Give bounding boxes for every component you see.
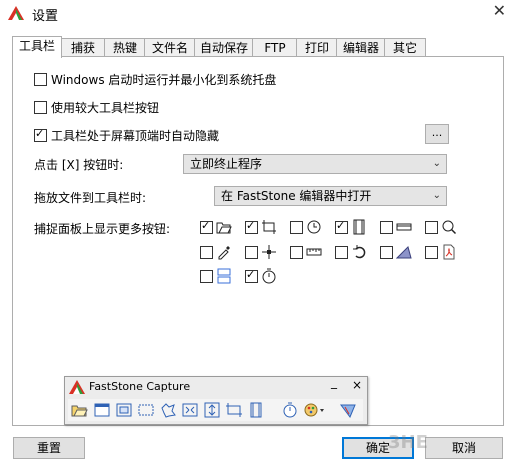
tab-filename[interactable]: 文件名 — [144, 38, 196, 57]
capture-object-icon[interactable] — [115, 402, 133, 418]
faststone-logo-icon — [69, 380, 85, 394]
auto-hide-label: 工具栏处于屏幕顶端时自动隐藏 — [51, 129, 220, 143]
film-icon — [353, 219, 365, 235]
capture-freehand-icon[interactable] — [159, 402, 177, 418]
more-btn-checkbox[interactable] — [290, 221, 303, 234]
tab-ftp[interactable]: FTP — [252, 38, 298, 57]
crop-region-icon — [262, 220, 276, 234]
output-palette-icon[interactable] — [303, 402, 327, 418]
tab-hotkeys[interactable]: 热键 — [104, 38, 146, 57]
drop-action-label: 拖放文件到工具栏时: — [34, 191, 147, 205]
pdf-icon — [443, 244, 455, 260]
more-btn-checkbox[interactable] — [335, 219, 348, 234]
cancel-button[interactable]: 取消 — [425, 437, 503, 459]
window-bar-icon — [396, 223, 412, 231]
title-bar: 设置 ✕ — [0, 0, 516, 26]
delay-timer-icon[interactable] — [281, 402, 299, 418]
more-btn-checkbox[interactable] — [200, 246, 213, 259]
drop-action-select[interactable]: 在 FastStone 编辑器中打开 ⌄ — [214, 186, 447, 206]
more-btn-checkbox[interactable] — [380, 221, 393, 234]
auto-hide-options-button[interactable]: ... — [425, 124, 449, 144]
large-buttons-label: 使用较大工具栏按钮 — [51, 101, 160, 115]
stopwatch-icon — [262, 268, 276, 284]
tab-capture[interactable]: 捕获 — [60, 38, 106, 57]
large-buttons-checkbox[interactable] — [34, 101, 47, 114]
more-btn-checkbox[interactable] — [200, 270, 213, 283]
toolbar-title: FastStone Capture — [89, 380, 191, 393]
undo-arrow-icon — [353, 245, 366, 259]
window-title: 设置 — [32, 9, 59, 24]
startup-tray-label: Windows 启动时运行并最小化到系统托盘 — [51, 73, 277, 87]
chevron-down-icon: ⌄ — [432, 190, 441, 201]
more-btn-checkbox[interactable] — [335, 246, 348, 259]
triangle-tool-icon — [396, 246, 412, 259]
close-action-label: 点击 [X] 按钮时: — [34, 158, 124, 172]
drop-action-value: 在 FastStone 编辑器中打开 — [221, 189, 372, 203]
capture-fixed-icon[interactable] — [225, 402, 243, 418]
toolbar-button-bar — [68, 399, 363, 421]
option-startup-tray[interactable]: Windows 启动时运行并最小化到系统托盘 — [34, 71, 276, 88]
eyedropper-icon — [218, 246, 230, 260]
magnifier-icon — [442, 220, 457, 235]
open-icon[interactable] — [71, 402, 89, 418]
capture-video-icon[interactable] — [247, 402, 265, 418]
capture-window-icon[interactable] — [93, 402, 111, 418]
reset-button[interactable]: 重置 — [13, 437, 85, 459]
tab-other[interactable]: 其它 — [384, 38, 426, 57]
more-btn-checkbox[interactable] — [200, 219, 213, 234]
more-btn-checkbox[interactable] — [290, 246, 303, 259]
faststone-toolbar-preview: FastStone Capture _ × — [64, 375, 368, 425]
more-btn-checkbox[interactable] — [425, 221, 438, 234]
watermark-logo: 3HE — [388, 432, 428, 453]
split-panel-icon — [217, 268, 231, 284]
more-btn-checkbox[interactable] — [245, 268, 258, 283]
ruler-icon — [306, 248, 322, 256]
clock-delay-icon — [307, 220, 321, 234]
tab-print[interactable]: 打印 — [296, 38, 338, 57]
startup-tray-checkbox[interactable] — [34, 73, 47, 86]
more-btn-checkbox[interactable] — [425, 246, 438, 259]
chevron-down-icon: ⌄ — [432, 158, 441, 169]
open-folder-icon — [216, 222, 232, 234]
auto-hide-checkbox[interactable] — [34, 127, 47, 142]
tab-autosave[interactable]: 自动保存 — [194, 38, 254, 57]
more-btn-checkbox[interactable] — [245, 219, 258, 234]
capture-scroll-icon[interactable] — [203, 402, 221, 418]
close-action-select[interactable]: 立即终止程序 ⌄ — [183, 154, 447, 174]
close-icon[interactable]: × — [352, 378, 362, 392]
faststone-logo-icon — [8, 6, 24, 20]
option-large-buttons[interactable]: 使用较大工具栏按钮 — [34, 99, 159, 116]
crosshair-icon — [262, 245, 276, 259]
close-icon[interactable]: ✕ — [493, 1, 506, 20]
more-btn-checkbox[interactable] — [245, 246, 258, 259]
more-btn-checkbox[interactable] — [380, 246, 393, 259]
settings-icon[interactable] — [339, 402, 357, 418]
tab-toolbar[interactable]: 工具栏 — [12, 36, 62, 58]
minimize-icon[interactable]: _ — [331, 375, 337, 389]
option-auto-hide[interactable]: 工具栏处于屏幕顶端时自动隐藏 — [34, 127, 219, 144]
capture-fullscreen-icon[interactable] — [181, 402, 199, 418]
close-action-value: 立即终止程序 — [190, 157, 263, 171]
more-buttons-label: 捕捉面板上显示更多按钮: — [34, 222, 171, 236]
tab-editor[interactable]: 编辑器 — [336, 38, 386, 57]
capture-rect-icon[interactable] — [137, 402, 155, 418]
